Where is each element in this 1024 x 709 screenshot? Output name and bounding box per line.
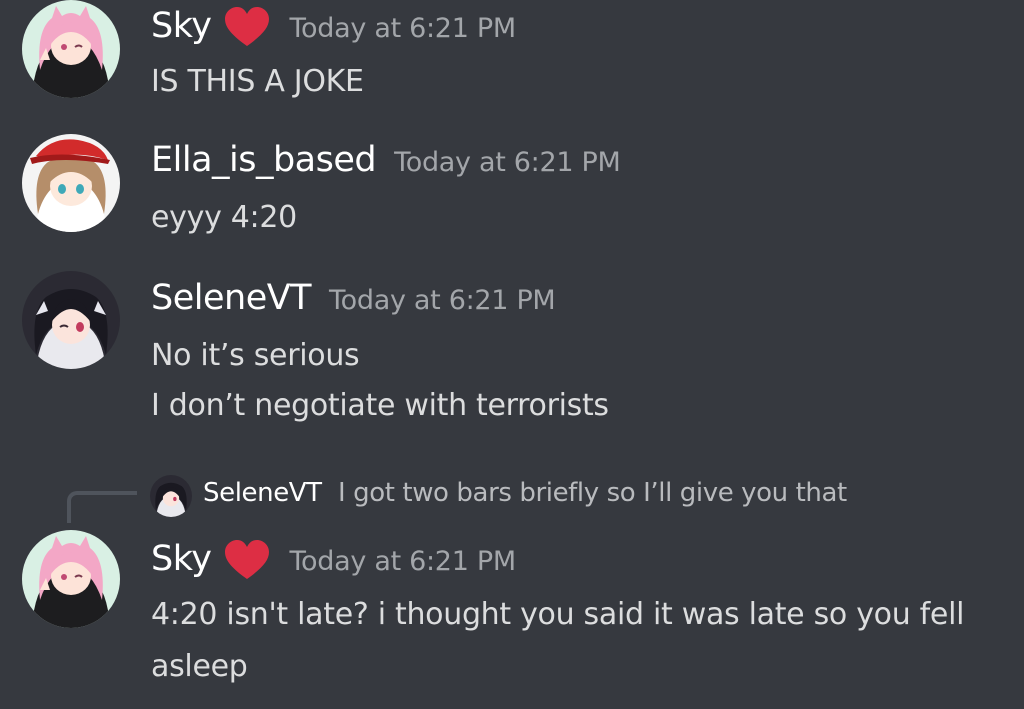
avatar[interactable] — [22, 271, 120, 369]
avatar-image — [22, 134, 120, 232]
reply-connector-line — [67, 491, 137, 523]
message-text: No it’s serious — [151, 338, 360, 373]
username[interactable]: Ella_is_based — [151, 140, 377, 180]
message-text: 4:20 isn't late? i thought you said it w… — [151, 597, 965, 632]
avatar-image — [22, 0, 120, 98]
avatar-image — [22, 271, 120, 369]
chat-message-list: Sky Today at 6:21 PM IS THIS A JOKE Ella… — [0, 0, 1024, 709]
username[interactable]: Sky — [151, 539, 212, 579]
avatar[interactable] — [22, 0, 120, 98]
message-text: I don’t negotiate with terrorists — [151, 388, 609, 423]
message-text: asleep — [151, 649, 248, 684]
avatar[interactable] — [22, 530, 120, 628]
timestamp[interactable]: Today at 6:21 PM — [329, 285, 556, 316]
message-text: eyyy 4:20 — [151, 200, 297, 235]
message-header: Sky Today at 6:21 PM — [151, 539, 516, 581]
message-header: Sky Today at 6:21 PM — [151, 6, 516, 48]
message-header: Ella_is_based Today at 6:21 PM — [151, 140, 621, 180]
avatar-image — [22, 530, 120, 628]
message-text: IS THIS A JOKE — [151, 64, 364, 99]
avatar[interactable] — [22, 134, 120, 232]
avatar-image — [150, 475, 192, 517]
reply-author[interactable]: SeleneVT — [203, 478, 322, 508]
reply-avatar[interactable] — [150, 475, 192, 517]
timestamp[interactable]: Today at 6:21 PM — [289, 546, 516, 577]
username[interactable]: Sky — [151, 6, 212, 46]
timestamp[interactable]: Today at 6:21 PM — [394, 147, 621, 178]
message-header: SeleneVT Today at 6:21 PM — [151, 278, 556, 318]
timestamp[interactable]: Today at 6:21 PM — [289, 13, 516, 44]
heart-emoji-icon — [223, 539, 271, 581]
reply-preview-text[interactable]: I got two bars briefly so I’ll give you … — [338, 478, 847, 508]
username[interactable]: SeleneVT — [151, 278, 312, 318]
heart-emoji-icon — [223, 6, 271, 48]
